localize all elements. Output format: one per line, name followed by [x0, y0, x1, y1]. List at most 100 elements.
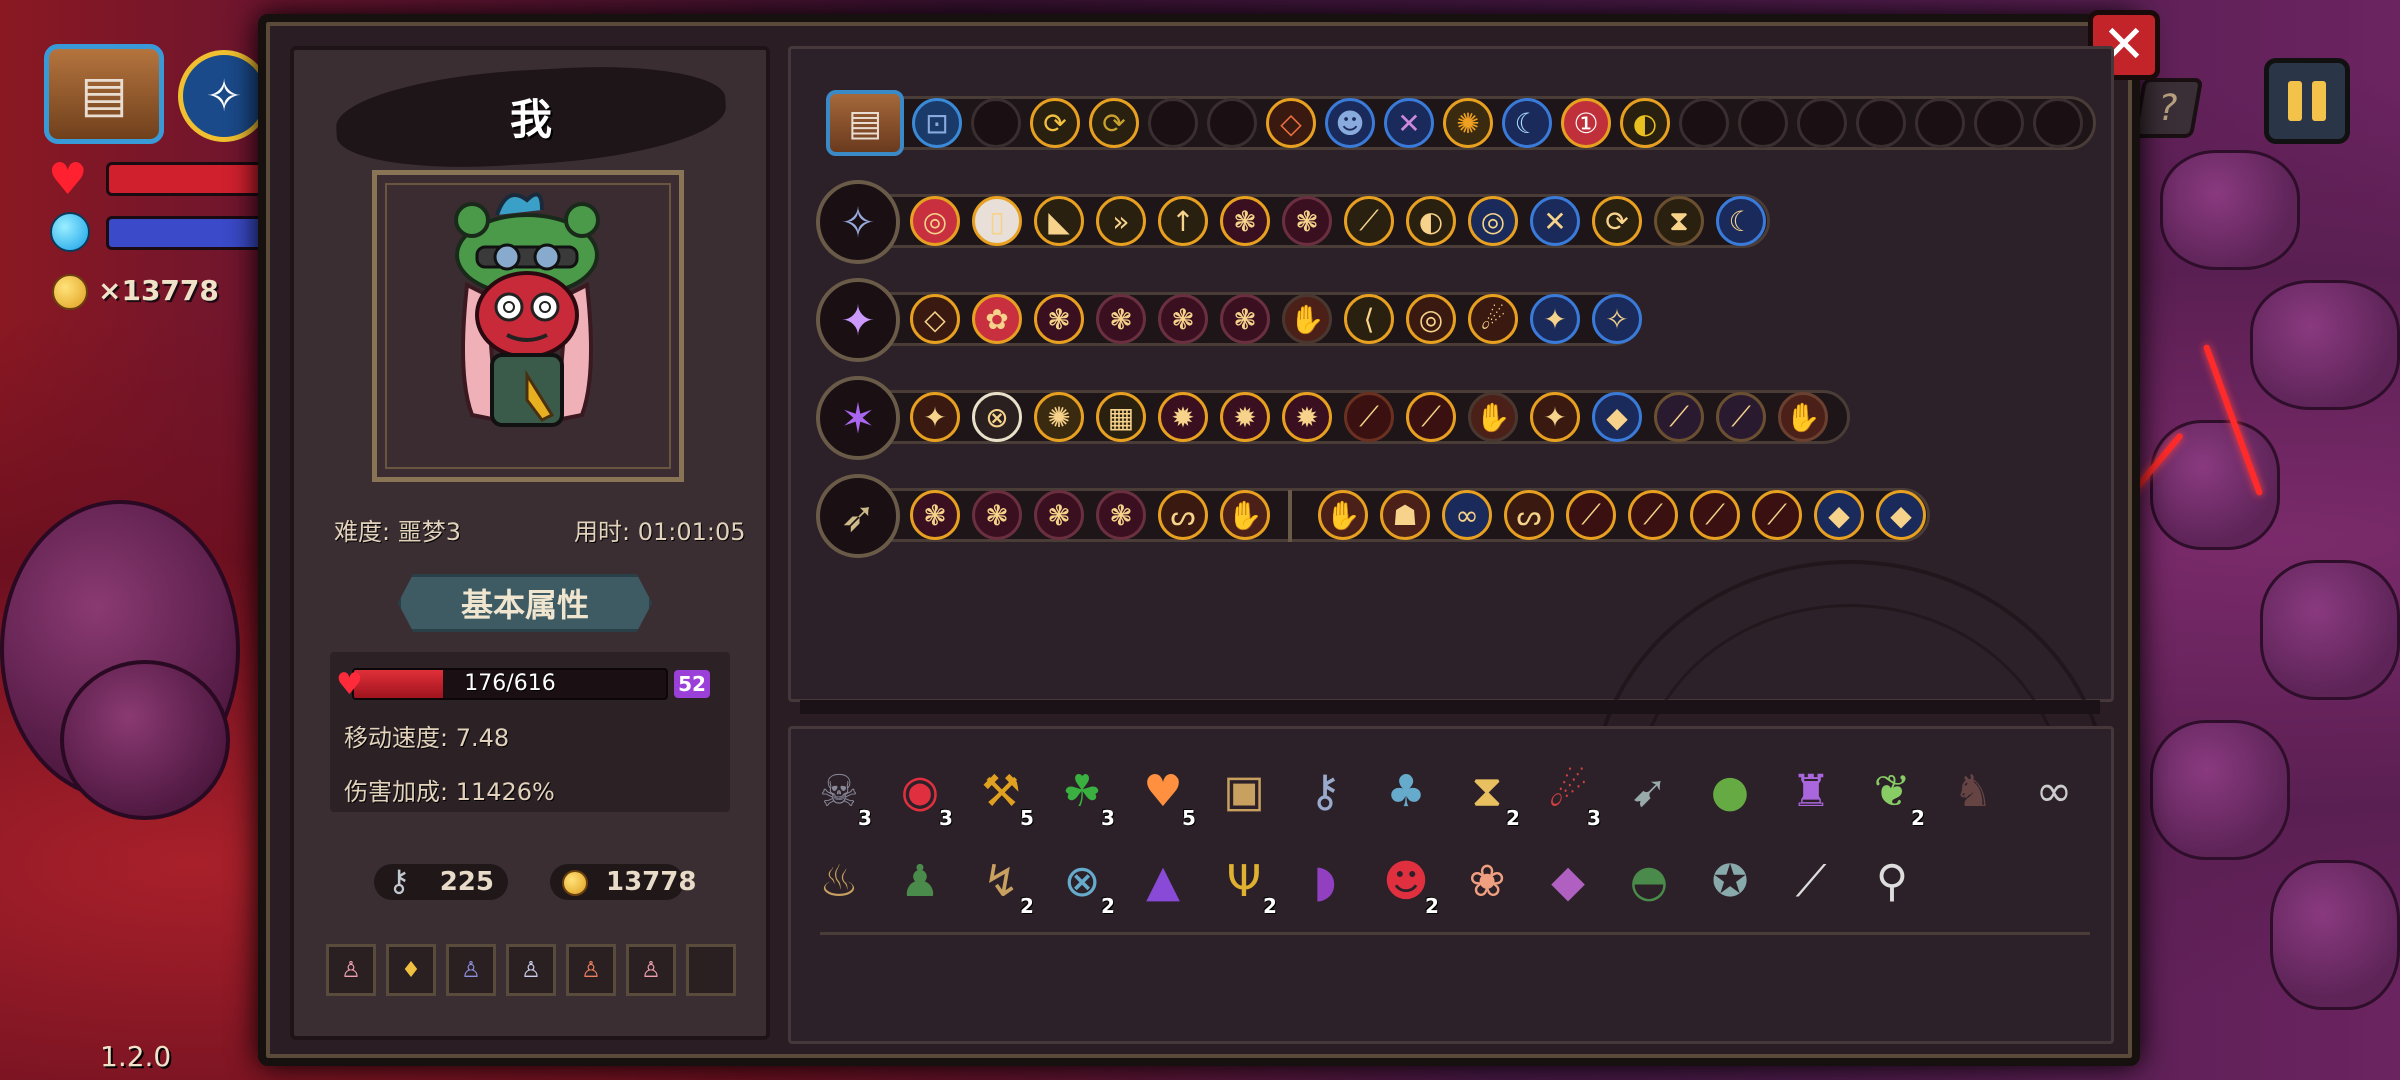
skill-icon[interactable]: ▦ — [1096, 392, 1146, 442]
skill-icon[interactable]: ❃ — [1220, 196, 1270, 246]
skill-icon[interactable]: » — [1096, 196, 1146, 246]
brain-icon[interactable]: ❀ — [1456, 850, 1518, 912]
relic-icon[interactable]: ⟳ — [1089, 98, 1139, 148]
skill-icon[interactable]: ⧗ — [1654, 196, 1704, 246]
potion-slot[interactable]: ♙ — [326, 944, 376, 996]
empty-relic-slot[interactable] — [971, 98, 1021, 148]
skill-icon[interactable]: ◎ — [1406, 294, 1456, 344]
compass-icon[interactable]: ✪ — [1699, 850, 1761, 912]
skill-icon[interactable]: ▯ — [972, 196, 1022, 246]
relic-icon[interactable]: ☾ — [1502, 98, 1552, 148]
skill-icon[interactable]: ᔕ — [1504, 490, 1554, 540]
empty-relic-slot[interactable] — [1915, 98, 1965, 148]
potion-slot[interactable]: ♦ — [386, 944, 436, 996]
skill-icon[interactable]: ❃ — [910, 490, 960, 540]
spellbook-icon[interactable]: ◆ — [1537, 850, 1599, 912]
skill-icon[interactable]: ⟋ — [1344, 196, 1394, 246]
skill-icon[interactable]: ❃ — [1034, 490, 1084, 540]
skill-icon[interactable]: ⟋ — [1716, 392, 1766, 442]
skill-icon[interactable]: ◆ — [1814, 490, 1864, 540]
skill-icon[interactable]: ◆ — [1876, 490, 1926, 540]
skill-icon[interactable]: ❃ — [1096, 490, 1146, 540]
inventory-chest-icon[interactable]: ▤ — [44, 44, 164, 144]
skill-icon[interactable]: ◣ — [1034, 196, 1084, 246]
spear-icon[interactable]: ➶ — [816, 474, 900, 558]
magnifier-key-icon[interactable]: ⚲ — [1861, 850, 1923, 912]
skill-icon[interactable]: ⟋ — [1628, 490, 1678, 540]
crystal-staff-icon[interactable]: ✦ — [816, 278, 900, 362]
skill-icon[interactable]: ⟋ — [1752, 490, 1802, 540]
base-attributes-tab[interactable]: 基本属性 — [398, 574, 652, 632]
potion-slot[interactable]: ♙ — [506, 944, 556, 996]
relic-icon[interactable]: ⟳ — [1030, 98, 1080, 148]
green-orb-icon[interactable]: ● — [1699, 760, 1761, 822]
relic-icon[interactable]: ✺ — [1443, 98, 1493, 148]
skill-icon[interactable]: ᔕ — [1158, 490, 1208, 540]
skill-icon[interactable]: ✋ — [1778, 392, 1828, 442]
vest-icon[interactable]: ♟ — [889, 850, 951, 912]
potion-slot[interactable]: ♙ — [446, 944, 496, 996]
empty-relic-slot[interactable] — [1207, 98, 1257, 148]
skill-icon[interactable]: ☗ — [1380, 490, 1430, 540]
green-helmet-icon[interactable]: ◓ — [1618, 850, 1680, 912]
skill-icon[interactable]: ☾ — [1716, 196, 1766, 246]
skill-icon[interactable]: ∞ — [1442, 490, 1492, 540]
skill-icon[interactable]: ◆ — [1592, 392, 1642, 442]
skill-icon[interactable]: ↑ — [1158, 196, 1208, 246]
skill-icon[interactable]: ⊗ — [972, 392, 1022, 442]
skill-icon[interactable]: ✋ — [1318, 490, 1368, 540]
skill-icon[interactable]: ◎ — [1468, 196, 1518, 246]
skill-icon[interactable]: ✹ — [1220, 392, 1270, 442]
relic-icon[interactable]: ◐ — [1620, 98, 1670, 148]
skill-icon[interactable]: ✹ — [1158, 392, 1208, 442]
skill-icon[interactable]: ❃ — [1096, 294, 1146, 344]
skill-icon[interactable]: ✧ — [1592, 294, 1642, 344]
empty-relic-slot[interactable] — [1148, 98, 1198, 148]
empty-relic-slot[interactable] — [1738, 98, 1788, 148]
skill-icon[interactable]: ⟋ — [1654, 392, 1704, 442]
rainbow-cloak-icon[interactable]: ◗ — [1294, 850, 1356, 912]
help-button[interactable]: ? — [2132, 78, 2204, 138]
lantern-icon[interactable]: ♨ — [808, 850, 870, 912]
claw-icon[interactable]: ⟋ — [1780, 850, 1842, 912]
skill-icon[interactable]: ⟳ — [1592, 196, 1642, 246]
purple-scepter-icon[interactable]: ✶ — [816, 376, 900, 460]
skill-icon[interactable]: ✹ — [1282, 392, 1332, 442]
empty-relic-slot[interactable] — [2033, 98, 2083, 148]
relic-icon[interactable]: ① — [1561, 98, 1611, 148]
skill-icon[interactable]: ✋ — [1282, 294, 1332, 344]
staff-icon[interactable]: ✧ — [816, 180, 900, 264]
chest-icon[interactable]: ▣ — [1213, 760, 1275, 822]
skill-icon[interactable]: ❃ — [1158, 294, 1208, 344]
skill-icon[interactable]: ✦ — [910, 392, 960, 442]
skill-icon[interactable]: ✋ — [1220, 490, 1270, 540]
empty-relic-slot[interactable] — [1974, 98, 2024, 148]
skill-icon[interactable]: ◐ — [1406, 196, 1456, 246]
skill-icon[interactable]: ✿ — [972, 294, 1022, 344]
pause-button[interactable] — [2264, 58, 2350, 144]
cape-icon[interactable]: ♜ — [1780, 760, 1842, 822]
skill-icon[interactable]: ✺ — [1034, 392, 1084, 442]
skill-icon[interactable]: ❃ — [1282, 196, 1332, 246]
skill-icon[interactable]: ⟨ — [1344, 294, 1394, 344]
empty-relic-slot[interactable] — [1679, 98, 1729, 148]
feather-icon[interactable]: ➹ — [1618, 760, 1680, 822]
potion-slot[interactable]: ♙ — [626, 944, 676, 996]
empty-relic-slot[interactable] — [1856, 98, 1906, 148]
skill-icon[interactable]: ✕ — [1530, 196, 1580, 246]
weapon-staff-icon[interactable]: ✧ — [178, 50, 270, 142]
skill-icon[interactable]: ❃ — [1220, 294, 1270, 344]
skill-icon[interactable]: ✦ — [1530, 294, 1580, 344]
key-icon[interactable]: ⚷ — [1294, 760, 1356, 822]
skill-icon[interactable]: ⟋ — [1690, 490, 1740, 540]
skill-icon[interactable]: ☄ — [1468, 294, 1518, 344]
skill-icon[interactable]: ◎ — [910, 196, 960, 246]
relic-icon[interactable]: ✕ — [1384, 98, 1434, 148]
relic-icon[interactable]: ⊡ — [912, 98, 962, 148]
goggles-icon[interactable]: ∞ — [2023, 760, 2085, 822]
relic-chest-icon[interactable]: ▤ — [826, 90, 904, 156]
empty-relic-slot[interactable] — [1797, 98, 1847, 148]
skill-icon[interactable]: ❃ — [1034, 294, 1084, 344]
relic-icon[interactable]: ☻ — [1325, 98, 1375, 148]
beast-icon[interactable]: ♞ — [1942, 760, 2004, 822]
